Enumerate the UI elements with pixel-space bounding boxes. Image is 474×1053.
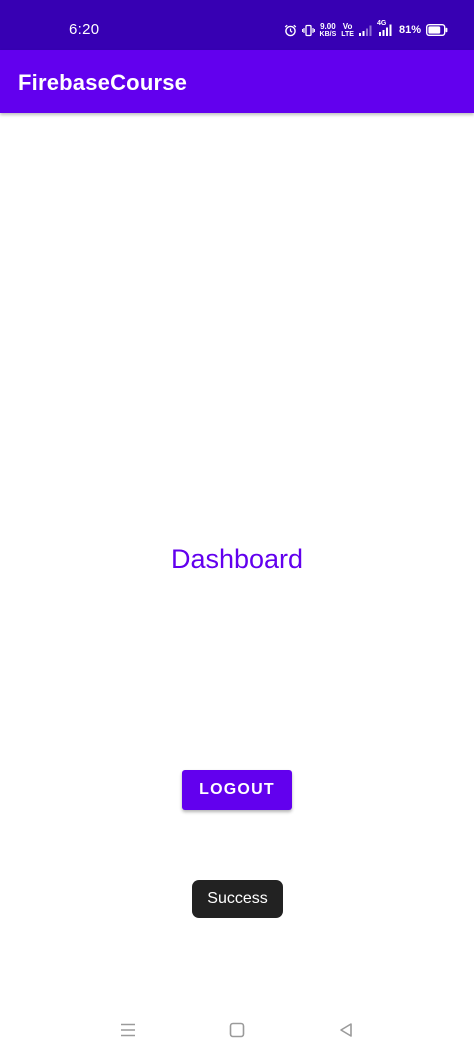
status-icons: 9.00 KB/S Vo LTE 4G 81% xyxy=(284,18,448,42)
home-icon[interactable] xyxy=(225,1018,249,1042)
menu-icon[interactable] xyxy=(116,1018,140,1042)
status-bar: 6:20 9.00 KB/S Vo LTE 4G 81% xyxy=(0,0,474,50)
signal-4g-icon: 4G xyxy=(377,20,394,36)
app-bar: FirebaseCourse xyxy=(0,50,474,113)
screen: 6:20 9.00 KB/S Vo LTE 4G 81% FirebaseCou… xyxy=(0,0,474,1053)
vibrate-icon xyxy=(301,24,315,37)
volte-bottom-label: LTE xyxy=(341,30,354,38)
success-toast: Success xyxy=(192,880,283,918)
status-time: 6:20 xyxy=(69,21,100,38)
alarm-icon xyxy=(284,24,297,37)
signal-icon xyxy=(358,24,373,36)
logout-button[interactable]: LOGOUT xyxy=(182,770,292,810)
volte-icon: Vo LTE xyxy=(341,21,354,38)
back-icon[interactable] xyxy=(334,1018,358,1042)
signal-4g-label: 4G xyxy=(376,20,387,27)
navigation-bar xyxy=(0,1003,474,1053)
network-speed-value: 9.00 xyxy=(320,21,336,31)
app-title: FirebaseCourse xyxy=(18,70,188,95)
battery-percent: 81% xyxy=(398,24,421,36)
battery-icon xyxy=(426,24,448,36)
network-speed-unit: KB/S xyxy=(319,30,337,38)
dashboard-heading: Dashboard xyxy=(170,544,304,574)
network-speed: 9.00 KB/S xyxy=(319,21,337,38)
volte-top-label: Vo xyxy=(342,21,353,31)
